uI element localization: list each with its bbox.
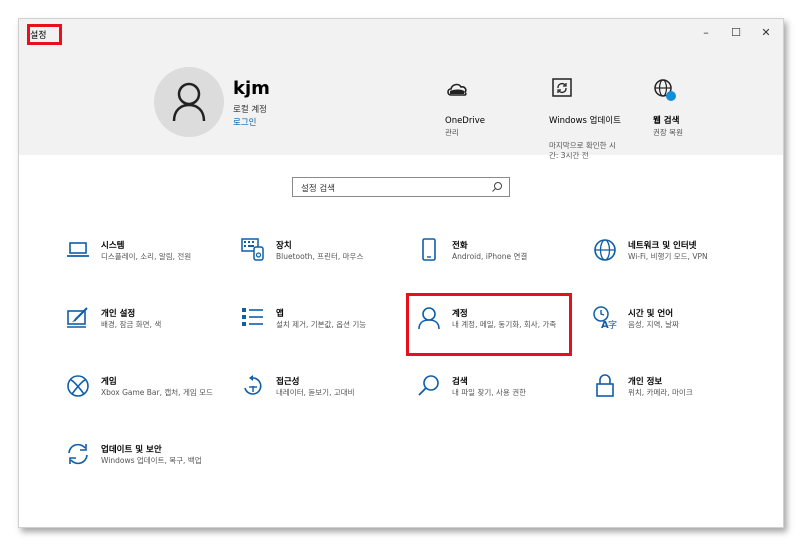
setting-apps[interactable]: 앱 설치 제거, 기본값, 옵션 기능 [241,306,401,354]
setting-personalization[interactable]: 개인 설정 배경, 잠금 화면, 색 [66,306,226,354]
time-language-icon: A 字 [593,306,617,330]
update-icon [552,78,572,97]
personalization-icon [67,307,88,328]
personalization-sub: 배경, 잠금 화면, 색 [101,320,162,329]
system-title: 시스템 [101,241,125,251]
login-link[interactable]: 로그인 [233,116,256,128]
xbox-icon [67,375,89,397]
update-security-title: 업데이트 및 보안 [101,445,162,455]
globe-icon [594,239,616,261]
personalization-title: 개인 설정 [101,309,136,319]
settings-search-input[interactable]: 설정 검색 [292,177,510,197]
search-placeholder: 설정 검색 [301,184,335,194]
laptop-icon [67,242,89,257]
privacy-title: 개인 정보 [628,377,663,387]
system-sub: 디스플레이, 소리, 알림, 전원 [101,252,192,261]
network-sub: Wi-Fi, 비행기 모드, VPN [628,252,708,261]
account-header: kjm 로컬 계정 로그인 OneDrive 관리 Windows 업데이트 마… [19,47,783,160]
title-highlight-box [27,24,62,45]
onedrive-title: OneDrive [445,116,485,126]
setting-phone[interactable]: 전화 Android, iPhone 연결 [417,238,577,286]
onedrive-sub: 관리 [445,128,459,137]
minimize-button[interactable]: – [691,25,721,41]
accounts-highlight-box [406,293,572,356]
phone-title: 전화 [452,241,468,251]
magnifier-icon [492,182,502,192]
setting-update-security[interactable]: 업데이트 및 보안 Windows 업데이트, 복구, 백업 [66,442,226,490]
time-language-sub: 음성, 지역, 날짜 [628,320,679,329]
apps-list-icon [242,308,263,326]
gaming-sub: Xbox Game Bar, 캡처, 게임 모드 [101,388,213,397]
windows-update-sub: 마지막으로 확인한 시간: 3시간 전 [549,141,616,160]
title-bar: 설정 – ☐ ✕ [19,19,783,47]
phone-icon [422,238,436,261]
accessibility-sub: 내레이터, 돋보기, 고대비 [276,388,355,397]
keyboard-icon [241,238,264,261]
apps-title: 앱 [276,309,284,319]
web-search-title: 웹 검색 [653,116,680,126]
account-type: 로컬 계정 [233,105,267,115]
setting-network[interactable]: 네트워크 및 인터넷 Wi-Fi, 비행기 모드, VPN [593,238,753,286]
phone-sub: Android, iPhone 연결 [452,252,528,261]
accessibility-icon [244,375,262,395]
globe-search-icon [654,79,676,101]
search-title: 검색 [452,377,468,387]
person-icon [172,82,206,122]
time-language-title: 시간 및 언어 [628,309,674,319]
maximize-button[interactable]: ☐ [721,25,751,41]
privacy-sub: 위치, 카메라, 마이크 [628,388,693,397]
svg-text:字: 字 [608,319,617,330]
setting-system[interactable]: 시스템 디스플레이, 소리, 알림, 전원 [66,238,226,286]
search-sub: 내 파일 찾기, 사용 권한 [452,388,527,397]
web-search-sub: 권장 복원 [653,128,683,137]
update-security-sub: Windows 업데이트, 복구, 백업 [101,456,202,465]
user-name: kjm [233,78,270,99]
windows-update-title: Windows 업데이트 [549,116,621,126]
setting-gaming[interactable]: 게임 Xbox Game Bar, 캡처, 게임 모드 [66,374,226,422]
apps-sub: 설치 제거, 기본값, 옵션 기능 [276,320,367,329]
network-title: 네트워크 및 인터넷 [628,241,697,251]
setting-devices[interactable]: 장치 Bluetooth, 프린터, 마우스 [241,238,401,286]
setting-search[interactable]: 검색 내 파일 찾기, 사용 권한 [417,374,577,422]
settings-window: 설정 – ☐ ✕ kjm 로컬 계정 로그인 OneDrive 관리 Windo… [18,18,784,528]
setting-accessibility[interactable]: 접근성 내레이터, 돋보기, 고대비 [241,374,401,422]
setting-time-language[interactable]: A 字 시간 및 언어 음성, 지역, 날짜 [593,306,753,354]
accessibility-title: 접근성 [276,377,300,387]
lock-icon [596,374,614,397]
devices-title: 장치 [276,241,292,251]
gaming-title: 게임 [101,377,117,387]
close-button[interactable]: ✕ [751,25,781,41]
search-icon [418,375,439,396]
sync-icon [68,443,88,465]
avatar[interactable] [154,67,224,137]
cloud-icon [447,83,467,96]
devices-sub: Bluetooth, 프린터, 마우스 [276,252,364,261]
setting-privacy[interactable]: 개인 정보 위치, 카메라, 마이크 [593,374,753,422]
